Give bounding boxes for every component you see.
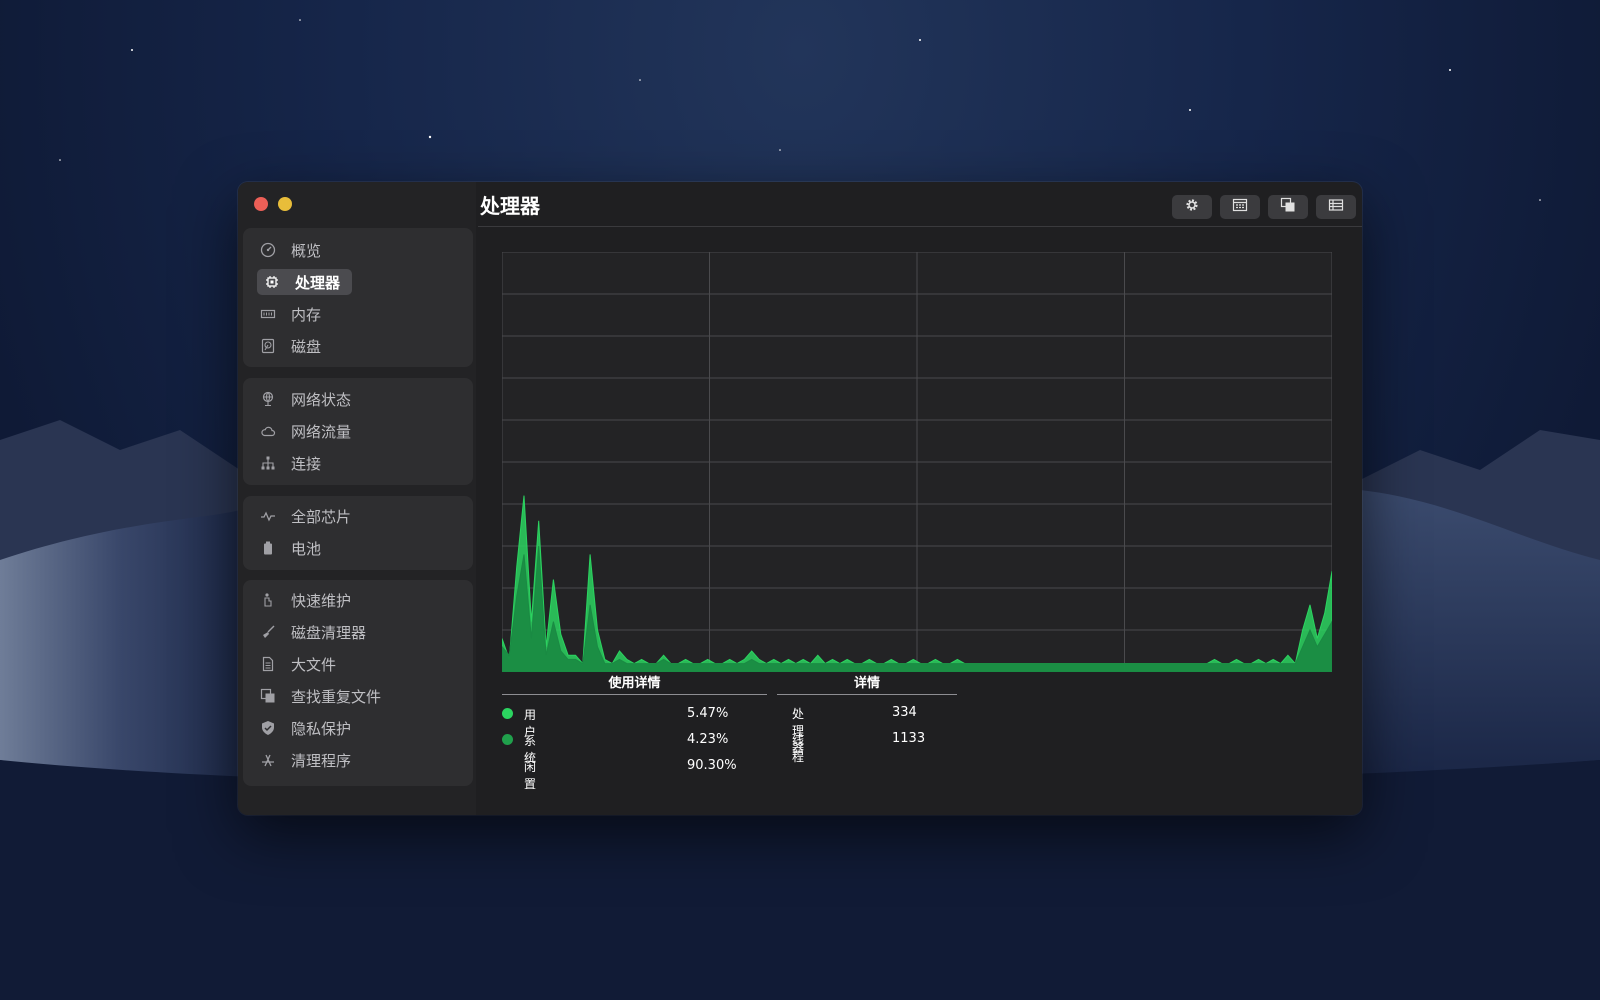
sidebar-group-monitor: 概览 处理器 内存 磁盘 — [243, 228, 473, 367]
sidebar-item-duplicate-finder[interactable]: 查找重复文件 — [259, 683, 381, 709]
app-store-icon — [259, 751, 277, 769]
cpu-icon — [263, 273, 281, 291]
calendar-icon — [1232, 197, 1248, 217]
sidebar-item-overview[interactable]: 概览 — [259, 237, 321, 263]
calendar-button[interactable] — [1220, 195, 1260, 219]
disk-icon — [259, 337, 277, 355]
details-heading: 详情 — [853, 676, 880, 691]
sidebar-item-privacy[interactable]: 隐私保护 — [259, 715, 351, 741]
app-window: 概览 处理器 内存 磁盘 网络状态 网络流量 连接 全部芯片 电池 快速维护 磁… — [238, 182, 1362, 815]
broom-icon — [259, 623, 277, 641]
sidebar-group-hardware: 全部芯片 电池 — [243, 496, 473, 570]
usage-value-idle: 90.30% — [687, 758, 737, 773]
gauge-icon — [259, 241, 277, 259]
windows-icon — [1280, 197, 1296, 217]
details-divider — [777, 694, 957, 695]
battery-icon — [259, 539, 277, 557]
memory-icon — [259, 305, 277, 323]
sidebar-item-label: 概览 — [291, 241, 322, 260]
globe-icon — [259, 390, 277, 408]
details-value-threads: 1133 — [892, 731, 926, 746]
sidebar-item-large-files[interactable]: 大文件 — [259, 651, 336, 677]
sidebar-item-label: 连接 — [291, 454, 322, 473]
sidebar-item-network-status[interactable]: 网络状态 — [259, 386, 351, 412]
sidebar-item-label: 大文件 — [291, 655, 337, 674]
sidebar-item-uninstaller[interactable]: 清理程序 — [259, 747, 351, 773]
sidebar-item-label: 磁盘清理器 — [291, 623, 367, 642]
main-panel: 处理器 使用详情 用户 5.47% 系统 4.23% 闲置 90.30% 详情 … — [478, 182, 1362, 815]
sidebar-item-label: 全部芯片 — [291, 507, 352, 526]
sidebar-item-all-chips[interactable]: 全部芯片 — [259, 503, 351, 529]
duplicate-icon — [259, 687, 277, 705]
sidebar-group-network: 网络状态 网络流量 连接 — [243, 378, 473, 485]
sidebar-item-label: 隐私保护 — [291, 719, 352, 738]
minimize-button[interactable] — [278, 197, 292, 211]
sidebar-item-label: 网络流量 — [291, 422, 352, 441]
sidebar-item-label: 磁盘 — [291, 337, 322, 356]
usage-value-system: 4.23% — [687, 732, 729, 747]
cpu-usage-chart — [502, 252, 1332, 672]
usage-heading: 使用详情 — [608, 676, 661, 691]
sidebar-item-label: 网络状态 — [291, 390, 352, 409]
sidebar-item-memory[interactable]: 内存 — [259, 301, 321, 327]
usage-value-user: 5.47% — [687, 706, 729, 721]
network-tree-icon — [259, 454, 277, 472]
sidebar-item-cpu[interactable]: 处理器 — [257, 269, 353, 295]
sidebar-item-label: 内存 — [291, 305, 322, 324]
header-divider — [478, 226, 1362, 227]
system-legend-dot — [502, 734, 513, 745]
gear-icon — [1184, 197, 1200, 217]
sidebar-item-battery[interactable]: 电池 — [259, 535, 321, 561]
document-icon — [259, 655, 277, 673]
sidebar-item-network-traffic[interactable]: 网络流量 — [259, 418, 351, 444]
close-button[interactable] — [254, 197, 268, 211]
usage-divider — [502, 694, 767, 695]
sidebar-item-connections[interactable]: 连接 — [259, 450, 321, 476]
sidebar-group-tools: 快速维护 磁盘清理器 大文件 查找重复文件 隐私保护 清理程序 — [243, 580, 473, 786]
windows-button[interactable] — [1268, 195, 1308, 219]
window-controls — [254, 197, 292, 211]
sidebar-item-label: 查找重复文件 — [291, 687, 382, 706]
usage-label-idle: 闲置 — [524, 760, 537, 791]
user-legend-dot — [502, 708, 513, 719]
settings-button[interactable] — [1172, 195, 1212, 219]
details-value-processes: 334 — [892, 705, 917, 720]
sidebar-item-disk-cleaner[interactable]: 磁盘清理器 — [259, 619, 366, 645]
sidebar: 概览 处理器 内存 磁盘 网络状态 网络流量 连接 全部芯片 电池 快速维护 磁… — [238, 182, 476, 815]
list-button[interactable] — [1316, 195, 1356, 219]
cloud-icon — [259, 422, 277, 440]
pulse-icon — [259, 507, 277, 525]
sidebar-item-label: 处理器 — [295, 273, 341, 292]
page-title: 处理器 — [480, 194, 540, 218]
sidebar-item-quick-maintenance[interactable]: 快速维护 — [259, 587, 351, 613]
sidebar-item-disk[interactable]: 磁盘 — [259, 333, 321, 359]
shield-icon — [259, 719, 277, 737]
list-icon — [1328, 197, 1344, 217]
sidebar-item-label: 清理程序 — [291, 751, 352, 770]
sidebar-item-label: 电池 — [291, 539, 322, 558]
details-label-threads: 线程 — [792, 733, 805, 764]
sidebar-item-label: 快速维护 — [291, 591, 352, 610]
maintenance-icon — [259, 591, 277, 609]
toolbar — [1172, 195, 1356, 219]
